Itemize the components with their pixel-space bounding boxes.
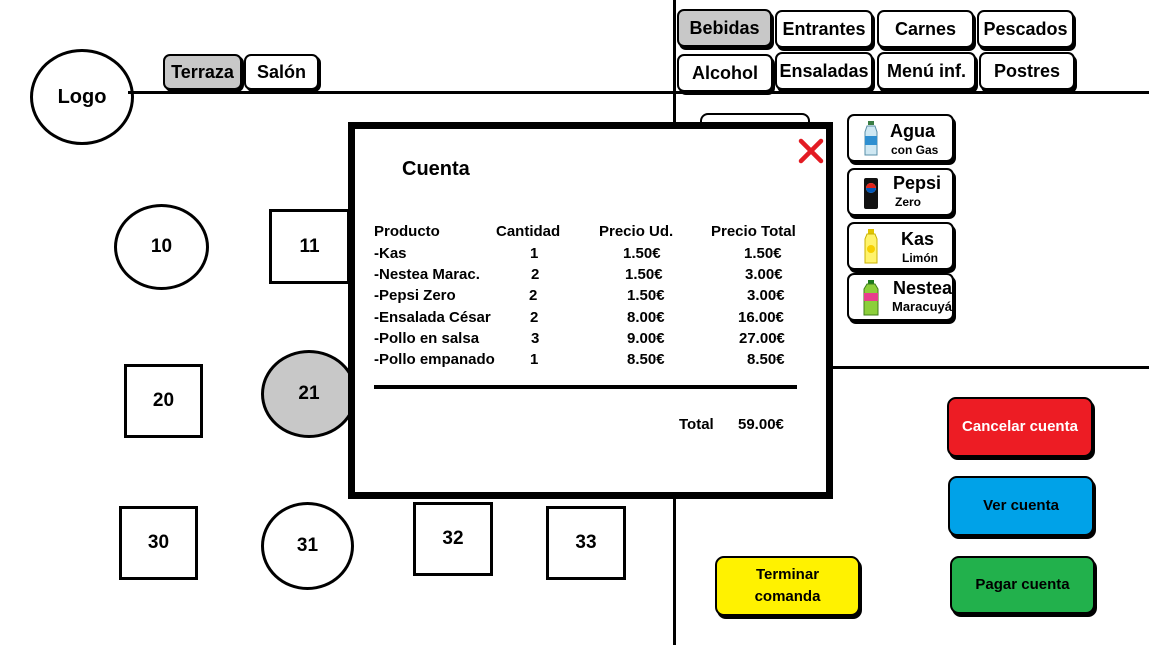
category-carnes[interactable]: Carnes: [877, 10, 974, 48]
category-pescados[interactable]: Pescados: [977, 10, 1074, 48]
row-quantity: 1: [530, 245, 539, 262]
drink-name: Pepsi: [893, 173, 942, 193]
drink-variant: Zero: [895, 195, 922, 209]
row-quantity: 3: [531, 330, 540, 347]
drink-pepsi[interactable]: Pepsi Zero: [847, 168, 954, 216]
row-product: -Pollo en salsa: [374, 330, 480, 347]
row-unit-price: 1.50€: [625, 266, 663, 283]
row-quantity: 1: [530, 351, 539, 368]
row-quantity: 2: [531, 266, 540, 283]
water-bottle-icon: [864, 121, 878, 156]
row-unit-price: 1.50€: [623, 245, 661, 262]
drink-nestea[interactable]: Nestea Maracuyá: [847, 273, 954, 321]
view-bill-button[interactable]: Ver cuenta: [948, 476, 1094, 536]
drink-variant: Maracuyá: [892, 299, 952, 314]
pay-bill-button[interactable]: Pagar cuenta: [950, 556, 1095, 614]
row-unit-price: 1.50€: [627, 287, 665, 304]
row-product: -Ensalada César: [374, 309, 491, 326]
tea-bottle-icon: [863, 280, 879, 316]
floor-header-line: [128, 91, 673, 94]
row-product: -Pepsi Zero: [374, 287, 456, 304]
row-unit-price: 8.00€: [627, 309, 665, 326]
bill-title: Cuenta: [402, 158, 470, 180]
logo: Logo: [30, 49, 134, 145]
soda-can-icon: [864, 178, 878, 209]
header-total-price: Precio Total: [711, 223, 796, 240]
drink-agua[interactable]: Agua con Gas: [847, 114, 954, 162]
row-unit-price: 8.50€: [627, 351, 665, 368]
category-menu-inf[interactable]: Menú inf.: [877, 52, 976, 90]
category-alcohol[interactable]: Alcohol: [677, 54, 773, 92]
header-unit-price: Precio Ud.: [599, 223, 674, 240]
cancel-bill-button[interactable]: Cancelar cuenta: [947, 397, 1093, 457]
table-11[interactable]: 11: [269, 209, 350, 284]
category-entrantes[interactable]: Entrantes: [775, 10, 873, 48]
table-20[interactable]: 20: [124, 364, 203, 438]
row-quantity: 2: [529, 287, 538, 304]
finish-order-button[interactable]: Terminar comanda: [715, 556, 860, 616]
row-total-price: 3.00€: [745, 266, 783, 283]
bill-divider: [374, 385, 797, 389]
category-ensaladas[interactable]: Ensaladas: [775, 52, 873, 90]
header-quantity: Cantidad: [496, 223, 561, 240]
tab-terraza[interactable]: Terraza: [163, 54, 242, 90]
tab-salon[interactable]: Salón: [244, 54, 319, 90]
total-value: 59.00€: [738, 416, 784, 433]
row-product: -Kas: [374, 245, 407, 262]
bill-modal: Cuenta Producto Cantidad Precio Ud. Prec…: [348, 122, 833, 499]
finish-order-label-2: comanda: [754, 588, 821, 605]
drink-name: Nestea: [893, 278, 953, 298]
header-product: Producto: [374, 223, 440, 240]
table-21[interactable]: 21: [261, 350, 357, 438]
table-31[interactable]: 31: [261, 502, 354, 590]
row-total-price: 8.50€: [747, 351, 785, 368]
row-total-price: 27.00€: [739, 330, 785, 347]
menu-bottom-line: [830, 366, 1149, 369]
drink-name: Agua: [890, 121, 935, 141]
drink-name: Kas: [901, 229, 935, 249]
close-icon[interactable]: [796, 136, 826, 166]
table-10[interactable]: 10: [114, 204, 209, 290]
row-product: -Pollo empanado: [374, 351, 495, 368]
category-postres[interactable]: Postres: [979, 52, 1075, 90]
row-total-price: 16.00€: [738, 309, 784, 326]
total-label: Total: [679, 416, 714, 433]
row-product: -Nestea Marac.: [374, 266, 480, 283]
row-total-price: 3.00€: [747, 287, 785, 304]
table-30[interactable]: 30: [119, 506, 198, 580]
row-unit-price: 9.00€: [627, 330, 665, 347]
finish-order-label-1: Terminar: [755, 565, 820, 583]
row-quantity: 2: [530, 309, 539, 326]
category-bebidas[interactable]: Bebidas: [677, 9, 772, 47]
drink-variant: Limón: [902, 251, 938, 265]
table-33[interactable]: 33: [546, 506, 626, 580]
row-total-price: 1.50€: [744, 245, 782, 262]
table-32[interactable]: 32: [413, 502, 493, 576]
drink-kas[interactable]: Kas Limón: [847, 222, 954, 270]
lemon-drink-icon: [864, 229, 878, 264]
drink-variant: con Gas: [891, 143, 939, 157]
